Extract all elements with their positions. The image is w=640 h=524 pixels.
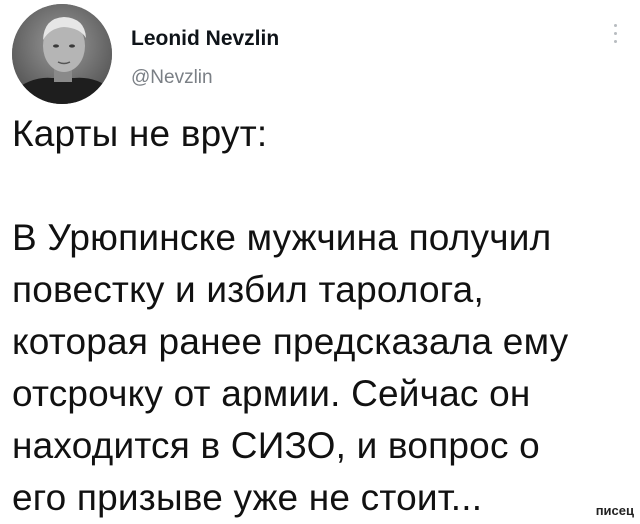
author-display-name[interactable]: Leonid Nevzlin (131, 26, 279, 52)
author-info: Leonid Nevzlin @Nevzlin (131, 26, 279, 90)
avatar[interactable] (12, 4, 112, 104)
tweet-line: отсрочку от армии. Сейчас он (12, 373, 531, 414)
tweet-line: повестку и избил таролога, (12, 269, 484, 310)
tweet-line: которая ранее предсказала ему (12, 321, 569, 362)
tweet-line: В Урюпинске мужчина получил (12, 217, 552, 258)
watermark: писец (595, 503, 634, 518)
tweet-card: Leonid Nevzlin @Nevzlin Карты не врут: В… (0, 0, 640, 522)
tweet-text: Карты не врут: В Урюпинске мужчина получ… (12, 108, 628, 524)
tweet-line: находится в СИЗО, и вопрос о (12, 425, 540, 466)
author-handle[interactable]: @Nevzlin (131, 66, 279, 90)
tweet-intro: Карты не врут: (12, 113, 268, 154)
more-vertical-icon[interactable] (610, 24, 620, 52)
tweet-header: Leonid Nevzlin @Nevzlin (12, 4, 628, 104)
user-avatar-icon (12, 4, 112, 104)
tweet-line: его призыве уже не стоит... (12, 477, 483, 518)
